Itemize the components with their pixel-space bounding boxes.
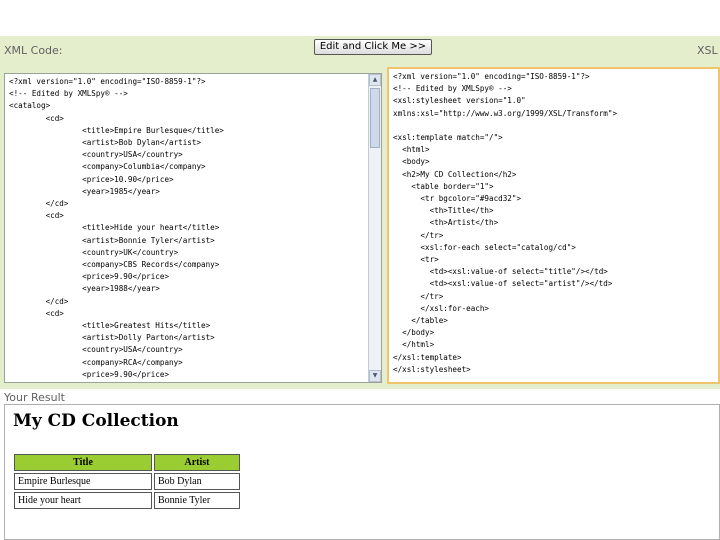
cell-title: Empire Burlesque (14, 473, 152, 490)
edit-and-run-button[interactable]: Edit and Click Me >> (314, 39, 432, 55)
xml-code-text[interactable]: <?xml version="1.0" encoding="ISO-8859-1… (5, 74, 381, 382)
your-result-label: Your Result (4, 391, 65, 404)
table-row: Empire Burlesque Bob Dylan (14, 473, 240, 490)
xml-code-label: XML Code: (4, 44, 63, 57)
result-frame: My CD Collection Title Artist Empire Bur… (4, 404, 720, 540)
xsl-code-editor[interactable]: <?xml version="1.0" encoding="ISO-8859-1… (387, 67, 720, 384)
cell-artist: Bonnie Tyler (154, 492, 240, 509)
cd-table: Title Artist Empire Burlesque Bob Dylan … (12, 452, 242, 511)
scroll-down-icon[interactable]: ▼ (369, 370, 381, 382)
header-title: Title (14, 454, 152, 471)
xsl-code-text[interactable]: <?xml version="1.0" encoding="ISO-8859-1… (389, 69, 718, 378)
scroll-up-icon[interactable]: ▲ (369, 74, 381, 86)
header-artist: Artist (154, 454, 240, 471)
cell-title: Hide your heart (14, 492, 152, 509)
xml-scrollbar[interactable]: ▲ ▼ (368, 74, 381, 382)
cell-artist: Bob Dylan (154, 473, 240, 490)
xml-code-editor[interactable]: <?xml version="1.0" encoding="ISO-8859-1… (4, 73, 382, 383)
table-header-row: Title Artist (14, 454, 240, 471)
table-row: Hide your heart Bonnie Tyler (14, 492, 240, 509)
xsl-code-label: XSL (697, 44, 718, 57)
scroll-thumb[interactable] (370, 88, 380, 148)
result-heading: My CD Collection (13, 411, 179, 431)
